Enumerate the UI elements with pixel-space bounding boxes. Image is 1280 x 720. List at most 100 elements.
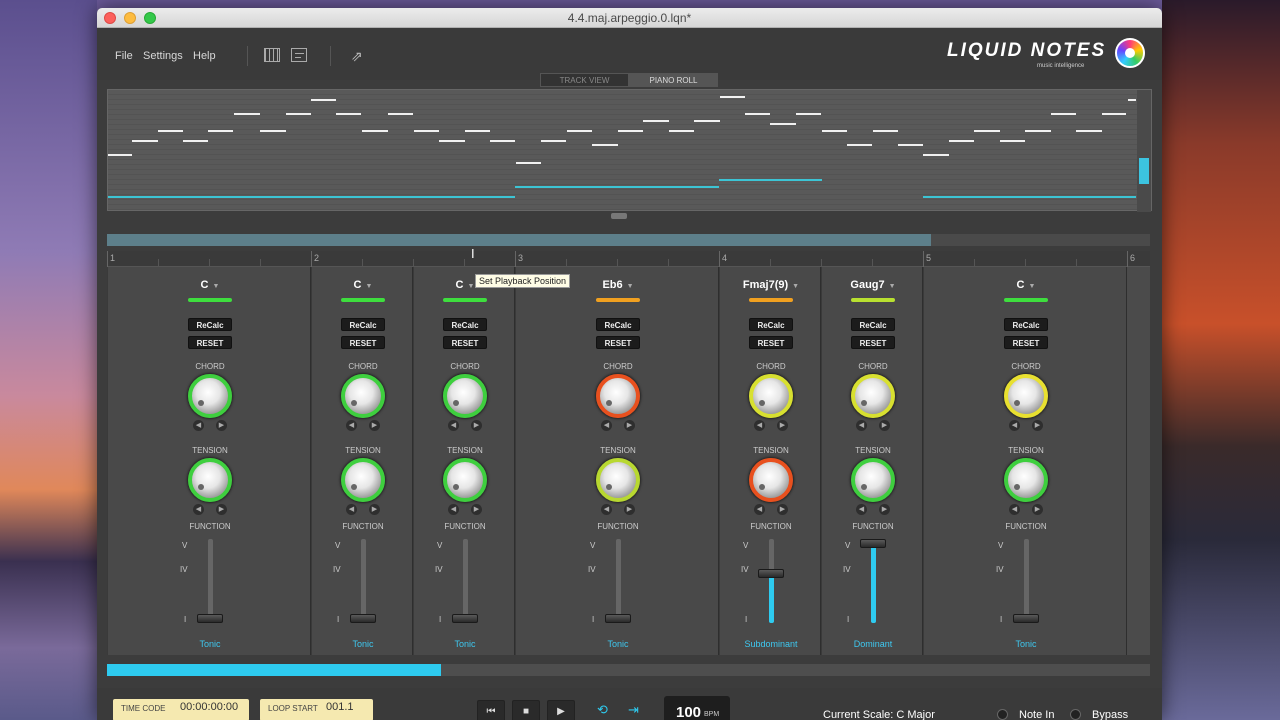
- piano-roll-resize-handle[interactable]: [611, 213, 627, 219]
- piano-roll-note[interactable]: [158, 130, 183, 132]
- note-in-toggle[interactable]: [997, 709, 1008, 720]
- piano-roll-bass-note[interactable]: [108, 196, 515, 198]
- function-slider-thumb[interactable]: [197, 614, 223, 623]
- piano-roll-note[interactable]: [618, 130, 643, 132]
- chord-knob[interactable]: [851, 374, 895, 418]
- loop-region-fill[interactable]: [107, 234, 931, 246]
- chevron-down-icon[interactable]: ▼: [889, 283, 896, 290]
- piano-roll-note[interactable]: [1051, 113, 1076, 115]
- reset-button[interactable]: RESET: [596, 336, 640, 349]
- function-slider-track[interactable]: [208, 539, 213, 623]
- chord-next-button[interactable]: ▶: [879, 420, 890, 431]
- piano-roll-scrollbar[interactable]: [1137, 90, 1151, 212]
- piano-roll-note[interactable]: [974, 130, 1000, 132]
- chord-knob[interactable]: [188, 374, 232, 418]
- tension-next-button[interactable]: ▶: [216, 504, 227, 515]
- menu-settings[interactable]: Settings: [143, 50, 183, 62]
- piano-roll-note[interactable]: [286, 113, 311, 115]
- piano-roll-note[interactable]: [1076, 130, 1102, 132]
- tab-piano-roll[interactable]: PIANO ROLL: [629, 73, 718, 87]
- piano-roll-note[interactable]: [439, 140, 465, 142]
- tension-next-button[interactable]: ▶: [369, 504, 380, 515]
- chord-prev-button[interactable]: ◀: [346, 420, 357, 431]
- piano-roll[interactable]: [107, 89, 1152, 212]
- chord-knob[interactable]: [341, 374, 385, 418]
- function-slider-thumb[interactable]: [452, 614, 478, 623]
- tension-knob[interactable]: [341, 458, 385, 502]
- loop-toggle-icon[interactable]: ⟲: [597, 702, 608, 718]
- recalc-button[interactable]: ReCalc: [188, 318, 232, 331]
- piano-roll-note[interactable]: [336, 113, 361, 115]
- tension-next-button[interactable]: ▶: [879, 504, 890, 515]
- chevron-down-icon[interactable]: ▼: [366, 283, 373, 290]
- tension-prev-button[interactable]: ◀: [1009, 504, 1020, 515]
- piano-roll-note[interactable]: [465, 130, 490, 132]
- function-slider-thumb[interactable]: [605, 614, 631, 623]
- function-slider-track[interactable]: [361, 539, 366, 623]
- reset-button[interactable]: RESET: [341, 336, 385, 349]
- play-button[interactable]: ▶: [547, 700, 575, 720]
- reset-button[interactable]: RESET: [443, 336, 487, 349]
- recalc-button[interactable]: ReCalc: [443, 318, 487, 331]
- chord-next-button[interactable]: ▶: [777, 420, 788, 431]
- tempo-display[interactable]: 100 BPM: [664, 696, 730, 720]
- tension-knob[interactable]: [443, 458, 487, 502]
- tension-next-button[interactable]: ▶: [1032, 504, 1043, 515]
- recalc-button[interactable]: ReCalc: [749, 318, 793, 331]
- bypass-toggle[interactable]: [1070, 709, 1081, 720]
- chord-next-button[interactable]: ▶: [471, 420, 482, 431]
- chevron-down-icon[interactable]: ▼: [213, 283, 220, 290]
- tension-prev-button[interactable]: ◀: [193, 504, 204, 515]
- piano-roll-note[interactable]: [388, 113, 413, 115]
- chord-prev-button[interactable]: ◀: [754, 420, 765, 431]
- piano-roll-note[interactable]: [873, 130, 898, 132]
- reset-button[interactable]: RESET: [851, 336, 895, 349]
- piano-roll-bass-note[interactable]: [719, 179, 822, 181]
- chord-selector[interactable]: Gaug7 ▼: [850, 279, 895, 291]
- piano-roll-note[interactable]: [1102, 113, 1126, 115]
- piano-roll-note[interactable]: [822, 130, 847, 132]
- tab-track-view[interactable]: TRACK VIEW: [540, 73, 629, 87]
- piano-roll-note[interactable]: [132, 140, 158, 142]
- menu-help[interactable]: Help: [193, 50, 216, 62]
- chord-prev-button[interactable]: ◀: [193, 420, 204, 431]
- chord-selector[interactable]: C ▼: [1017, 279, 1036, 291]
- function-slider-thumb[interactable]: [758, 569, 784, 578]
- piano-roll-note[interactable]: [362, 130, 388, 132]
- piano-roll-note[interactable]: [923, 154, 949, 156]
- tension-next-button[interactable]: ▶: [624, 504, 635, 515]
- tension-knob[interactable]: [851, 458, 895, 502]
- function-slider-thumb[interactable]: [860, 539, 886, 548]
- piano-roll-note[interactable]: [183, 140, 208, 142]
- chord-prev-button[interactable]: ◀: [1009, 420, 1020, 431]
- piano-roll-note[interactable]: [234, 113, 260, 115]
- tension-next-button[interactable]: ▶: [471, 504, 482, 515]
- chevron-down-icon[interactable]: ▼: [792, 283, 799, 290]
- timeline-ruler[interactable]: 1 2 3 4 5 6: [107, 251, 1150, 267]
- reset-button[interactable]: RESET: [1004, 336, 1048, 349]
- tension-prev-button[interactable]: ◀: [856, 504, 867, 515]
- share-icon[interactable]: ⇗: [351, 48, 363, 65]
- recalc-button[interactable]: ReCalc: [341, 318, 385, 331]
- chord-knob[interactable]: [596, 374, 640, 418]
- chord-next-button[interactable]: ▶: [1032, 420, 1043, 431]
- reset-button[interactable]: RESET: [749, 336, 793, 349]
- piano-roll-note[interactable]: [847, 144, 872, 146]
- piano-roll-bass-note[interactable]: [515, 186, 719, 188]
- tension-prev-button[interactable]: ◀: [346, 504, 357, 515]
- piano-roll-note[interactable]: [643, 120, 669, 122]
- piano-roll-note[interactable]: [414, 130, 439, 132]
- playback-progress-bar[interactable]: [107, 664, 1150, 676]
- piano-roll-note[interactable]: [260, 130, 286, 132]
- tension-knob[interactable]: [1004, 458, 1048, 502]
- piano-roll-note[interactable]: [1000, 140, 1025, 142]
- piano-roll-note[interactable]: [796, 113, 821, 115]
- stop-button[interactable]: ■: [512, 700, 540, 720]
- loop-region-bar[interactable]: [107, 234, 1150, 246]
- chord-prev-button[interactable]: ◀: [601, 420, 612, 431]
- tension-knob[interactable]: [188, 458, 232, 502]
- chord-knob[interactable]: [1004, 374, 1048, 418]
- piano-roll-note[interactable]: [1128, 99, 1136, 101]
- tension-prev-button[interactable]: ◀: [754, 504, 765, 515]
- recalc-button[interactable]: ReCalc: [596, 318, 640, 331]
